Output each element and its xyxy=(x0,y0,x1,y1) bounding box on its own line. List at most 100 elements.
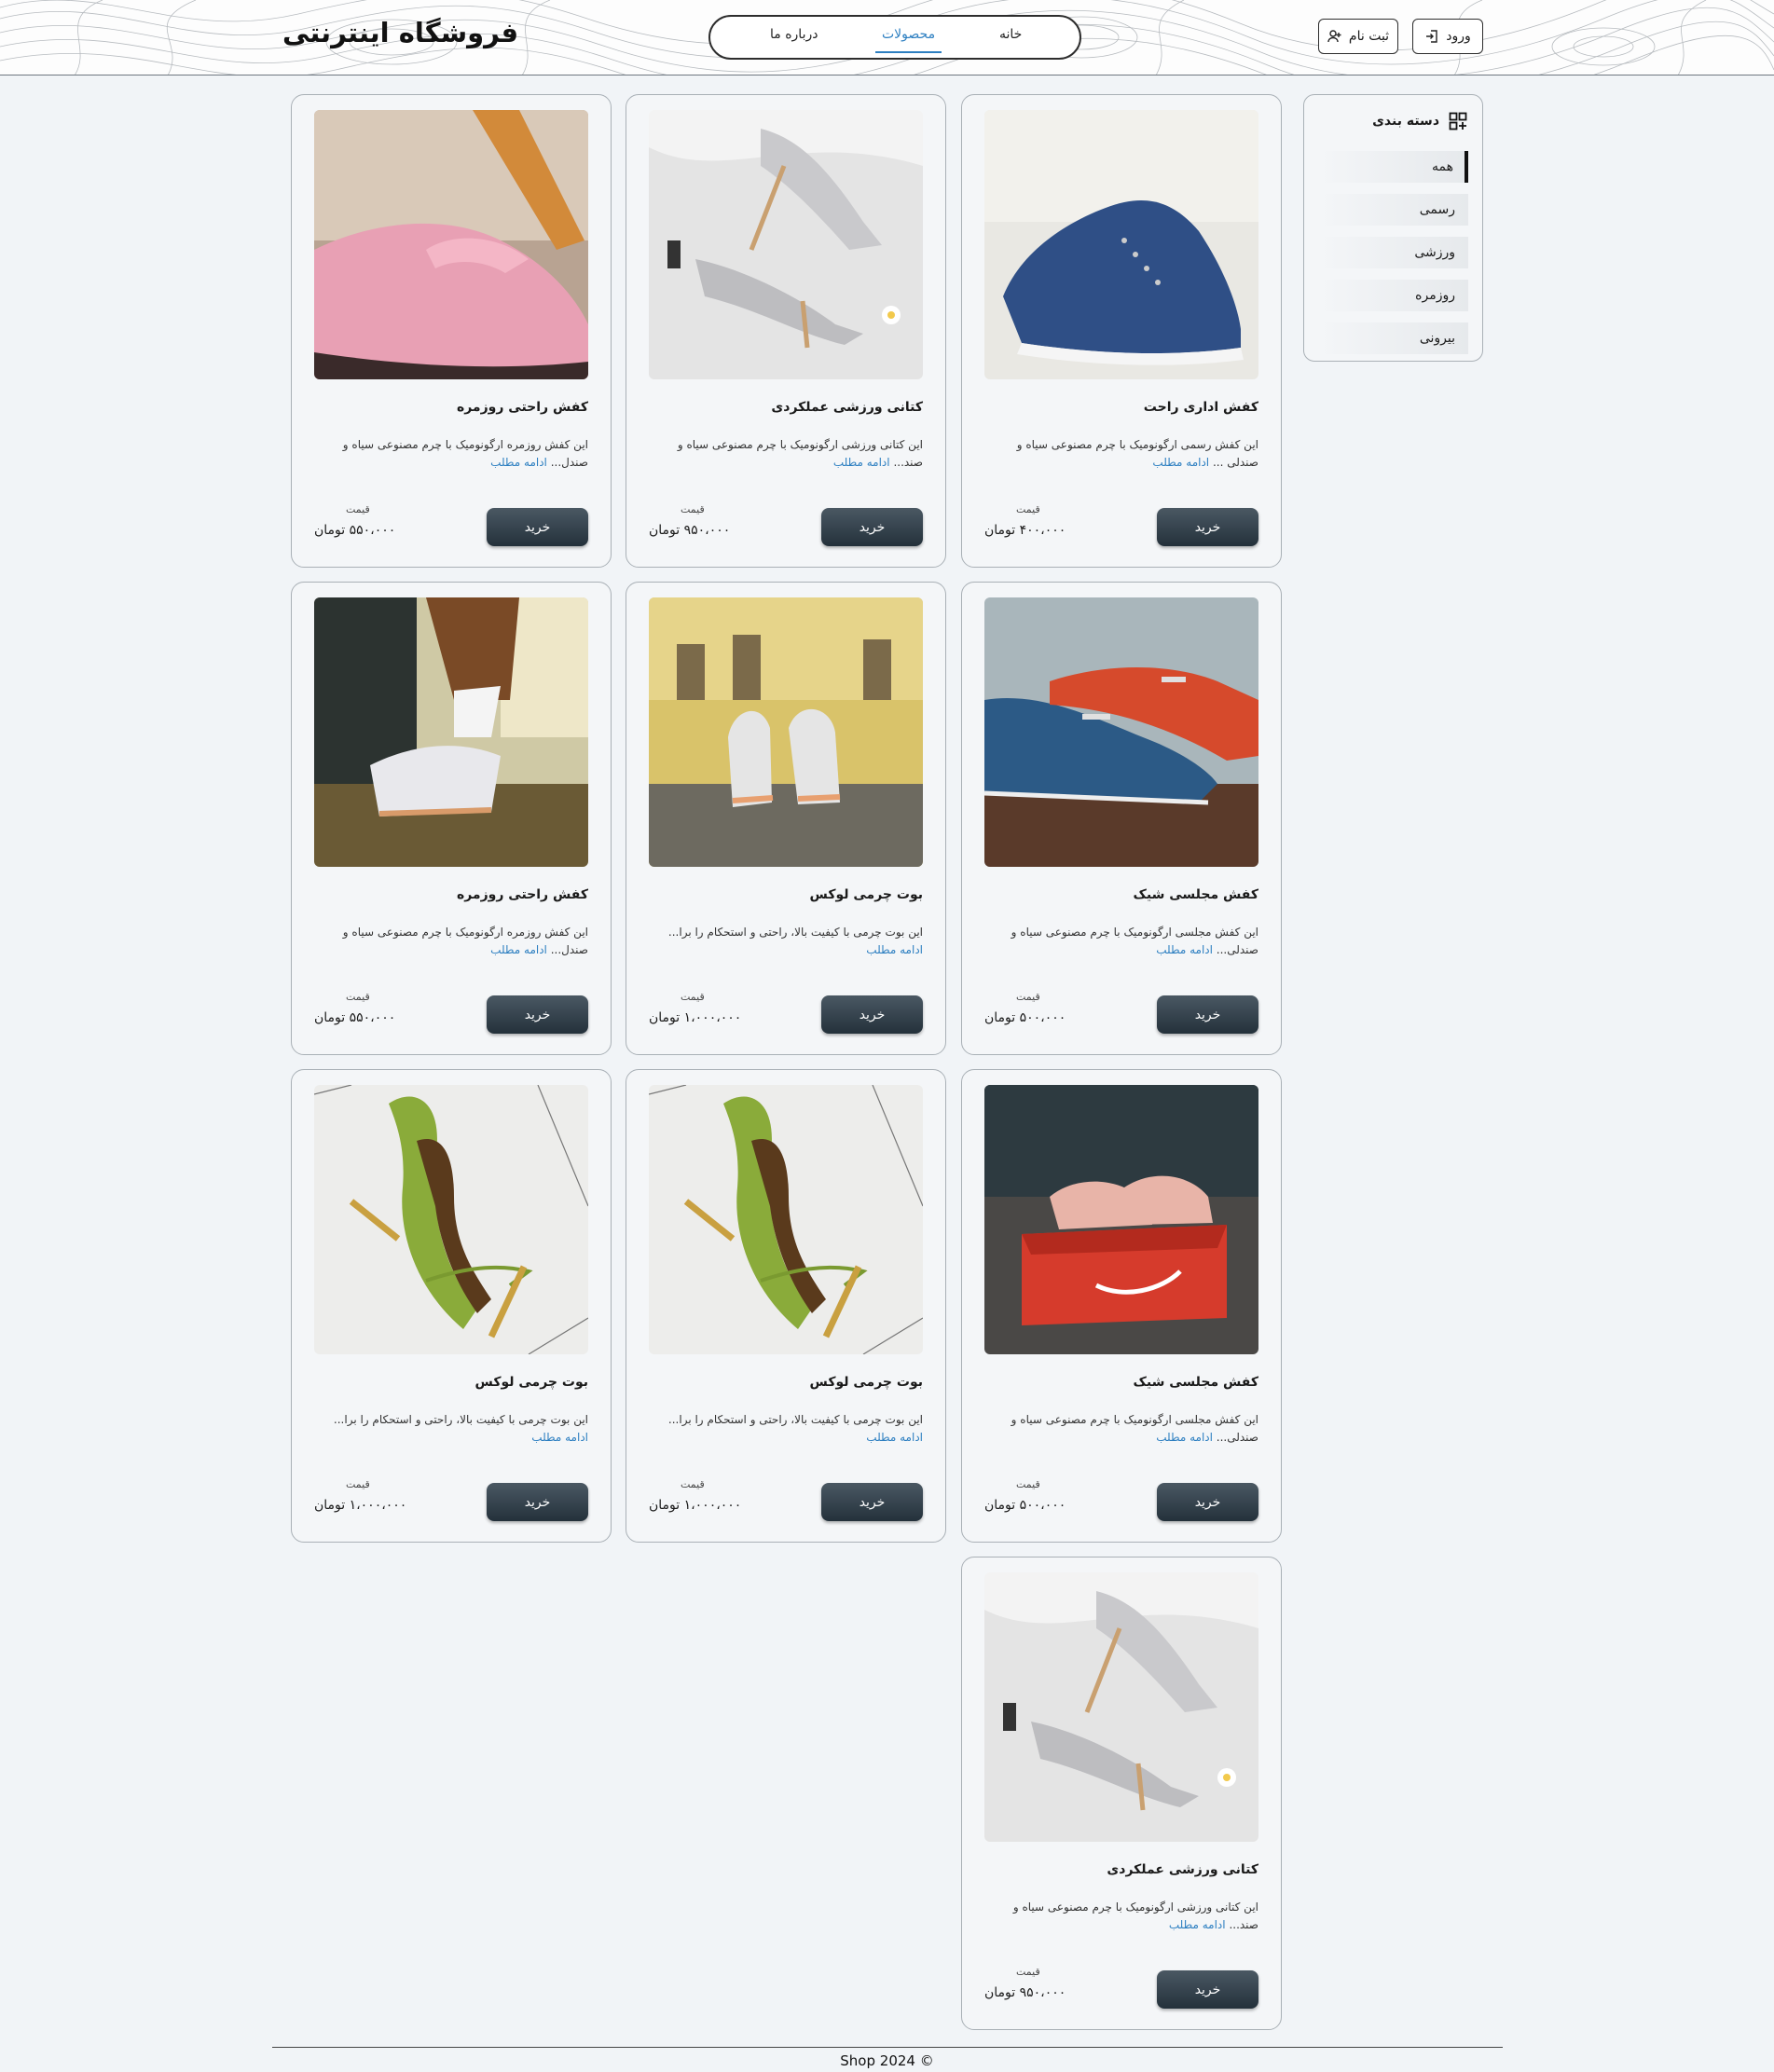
product-title: بوت چرمی لوکس xyxy=(474,1375,588,1390)
read-more-link[interactable]: ادامه مطلب xyxy=(833,456,890,469)
price-label: قیمت xyxy=(1016,1478,1040,1490)
read-more-link[interactable]: ادامه مطلب xyxy=(866,943,923,956)
product-image[interactable] xyxy=(314,597,588,867)
read-more-link[interactable]: ادامه مطلب xyxy=(1169,1918,1226,1931)
read-more-link[interactable]: ادامه مطلب xyxy=(531,1431,588,1444)
buy-button[interactable]: خرید xyxy=(1157,1970,1258,2009)
product-price: ۹۵۰،۰۰۰ تومان xyxy=(649,523,731,538)
register-label: ثبت نام xyxy=(1348,29,1390,44)
read-more-link[interactable]: ادامه مطلب xyxy=(490,943,547,956)
nav-about[interactable]: درباره ما xyxy=(770,27,818,42)
product-image[interactable] xyxy=(984,1085,1258,1354)
site-title: فروشگاه اینترنتی xyxy=(282,17,519,48)
product-image[interactable] xyxy=(649,1085,923,1354)
product-description: این بوت چرمی با کیفیت بالا، راحتی و استح… xyxy=(649,924,923,959)
price-label: قیمت xyxy=(681,503,705,515)
price-label: قیمت xyxy=(1016,1966,1040,1978)
login-label: ورود xyxy=(1446,29,1471,44)
buy-button[interactable]: خرید xyxy=(821,508,923,546)
product-description: این کفش رسمی ارگونومیک با چرم مصنوعی سیا… xyxy=(984,436,1258,472)
category-outdoor[interactable]: بیرونی xyxy=(1318,322,1468,354)
product-price: ۵۵۰،۰۰۰ تومان xyxy=(314,1010,396,1025)
product-card: بوت چرمی لوکس این بوت چرمی با کیفیت بالا… xyxy=(626,582,946,1055)
buy-button[interactable]: خرید xyxy=(487,1483,588,1521)
product-description-text: این کفش روزمره ارگونومیک با چرم مصنوعی س… xyxy=(342,438,588,469)
product-title: کفش مجلسی شیک xyxy=(1133,887,1258,902)
product-image[interactable] xyxy=(984,597,1258,867)
nav-products[interactable]: محصولات xyxy=(882,27,935,42)
product-photo xyxy=(314,1085,588,1354)
product-photo xyxy=(314,110,588,379)
product-description: این کتانی ورزشی ارگونومیک با چرم مصنوعی … xyxy=(984,1899,1258,1934)
footer-divider xyxy=(272,2047,1503,2048)
read-more-link[interactable]: ادامه مطلب xyxy=(1152,456,1209,469)
product-image[interactable] xyxy=(984,1572,1258,1842)
login-icon xyxy=(1426,30,1437,43)
product-photo xyxy=(984,1572,1258,1842)
main-nav: درباره ما محصولات خانه xyxy=(708,15,1081,60)
product-photo xyxy=(314,597,588,867)
buy-button[interactable]: خرید xyxy=(821,995,923,1034)
buy-button[interactable]: خرید xyxy=(821,1483,923,1521)
product-card: کفش راحتی روزمره این کفش روزمره ارگونومی… xyxy=(291,582,612,1055)
product-image[interactable] xyxy=(984,110,1258,379)
product-description: این کفش مجلسی ارگونومیک با چرم مصنوعی سی… xyxy=(984,924,1258,959)
footer-copyright: Shop 2024 © xyxy=(840,2052,934,2069)
product-price: ۵۰۰،۰۰۰ تومان xyxy=(984,1498,1066,1513)
buy-button[interactable]: خرید xyxy=(487,995,588,1034)
product-image[interactable] xyxy=(649,110,923,379)
buy-button[interactable]: خرید xyxy=(1157,995,1258,1034)
category-sport[interactable]: ورزشی xyxy=(1318,237,1468,268)
product-photo xyxy=(649,110,923,379)
product-card: کفش اداری راحت این کفش رسمی ارگونومیک با… xyxy=(961,94,1282,568)
read-more-link[interactable]: ادامه مطلب xyxy=(1156,943,1213,956)
product-price: ۹۵۰،۰۰۰ تومان xyxy=(984,1985,1066,2000)
product-card: کفش مجلسی شیک این کفش مجلسی ارگونومیک با… xyxy=(961,1069,1282,1543)
product-description-text: این بوت چرمی با کیفیت بالا، راحتی و استح… xyxy=(667,1413,923,1426)
product-title: کتانی ورزشی عملکردی xyxy=(771,400,923,415)
nav-home[interactable]: خانه xyxy=(999,27,1022,42)
product-title: کفش راحتی روزمره xyxy=(456,887,588,902)
sidebar-header: دسته بندی xyxy=(1372,112,1467,130)
price-label: قیمت xyxy=(681,1478,705,1490)
nav-active-indicator xyxy=(875,51,942,53)
user-plus-icon xyxy=(1327,30,1341,43)
price-label: قیمت xyxy=(346,503,370,515)
read-more-link[interactable]: ادامه مطلب xyxy=(1156,1431,1213,1444)
category-formal[interactable]: رسمی xyxy=(1318,194,1468,226)
product-title: بوت چرمی لوکس xyxy=(809,1375,923,1390)
product-image[interactable] xyxy=(314,110,588,379)
category-daily[interactable]: روزمره xyxy=(1318,280,1468,311)
product-card: کفش راحتی روزمره این کفش روزمره ارگونومی… xyxy=(291,94,612,568)
product-card: کتانی ورزشی عملکردی این کتانی ورزشی ارگو… xyxy=(961,1557,1282,2030)
product-image[interactable] xyxy=(649,597,923,867)
product-card: کفش مجلسی شیک این کفش مجلسی ارگونومیک با… xyxy=(961,582,1282,1055)
product-card: بوت چرمی لوکس این بوت چرمی با کیفیت بالا… xyxy=(291,1069,612,1543)
product-image[interactable] xyxy=(314,1085,588,1354)
category-all[interactable]: همه xyxy=(1318,151,1468,183)
product-description-text: این کفش روزمره ارگونومیک با چرم مصنوعی س… xyxy=(342,926,588,956)
register-button[interactable]: ثبت نام xyxy=(1318,19,1398,54)
read-more-link[interactable]: ادامه مطلب xyxy=(490,456,547,469)
buy-button[interactable]: خرید xyxy=(1157,508,1258,546)
product-description: این کفش روزمره ارگونومیک با چرم مصنوعی س… xyxy=(314,924,588,959)
buy-button[interactable]: خرید xyxy=(1157,1483,1258,1521)
product-description-text: این کفش مجلسی ارگونومیک با چرم مصنوعی سی… xyxy=(1011,926,1258,956)
product-title: کفش مجلسی شیک xyxy=(1133,1375,1258,1390)
login-button[interactable]: ورود xyxy=(1412,19,1483,54)
product-description: این کفش مجلسی ارگونومیک با چرم مصنوعی سی… xyxy=(984,1411,1258,1447)
product-description: این بوت چرمی با کیفیت بالا، راحتی و استح… xyxy=(649,1411,923,1447)
product-title: کتانی ورزشی عملکردی xyxy=(1107,1862,1258,1877)
product-price: ۵۵۰،۰۰۰ تومان xyxy=(314,523,396,538)
product-photo xyxy=(984,1085,1258,1354)
buy-button[interactable]: خرید xyxy=(487,508,588,546)
read-more-link[interactable]: ادامه مطلب xyxy=(866,1431,923,1444)
sidebar-title: دسته بندی xyxy=(1372,114,1439,129)
product-price: ۴۰۰،۰۰۰ تومان xyxy=(984,523,1066,538)
category-grid-icon xyxy=(1449,112,1467,130)
price-label: قیمت xyxy=(346,1478,370,1490)
product-description: این کفش روزمره ارگونومیک با چرم مصنوعی س… xyxy=(314,436,588,472)
price-label: قیمت xyxy=(346,991,370,1003)
product-photo xyxy=(984,110,1258,379)
product-description-text: این بوت چرمی با کیفیت بالا، راحتی و استح… xyxy=(333,1413,588,1426)
